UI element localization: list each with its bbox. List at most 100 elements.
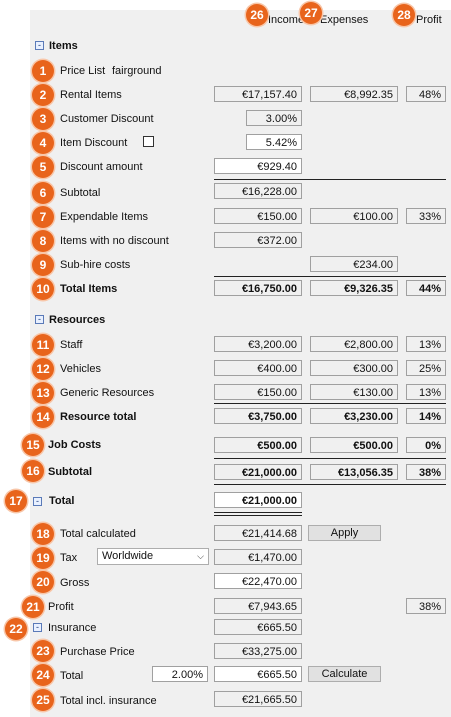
resources-section-title: Resources xyxy=(49,314,106,326)
purchase-price-label: Purchase Price xyxy=(60,646,135,658)
insurance-total-value[interactable]: €665.50 xyxy=(214,666,302,682)
total-items-expenses: €9,326.35 xyxy=(310,280,398,296)
job-costs-label: Job Costs xyxy=(48,439,102,451)
callout-badge-12: 12 xyxy=(32,358,54,380)
callout-badge-9: 9 xyxy=(32,254,54,276)
vehicles-income: €400.00 xyxy=(214,360,302,376)
callout-badge-6: 6 xyxy=(32,182,54,204)
callout-badge-25: 25 xyxy=(32,689,54,711)
callout-badge-13: 13 xyxy=(32,382,54,404)
resource-total-label: Resource total xyxy=(60,411,137,423)
tax-region-value: Worldwide xyxy=(102,550,154,562)
calculate-button[interactable]: Calculate xyxy=(308,666,381,682)
callout-badge-5: 5 xyxy=(32,156,54,178)
total-underline-1 xyxy=(214,512,302,513)
discount-amount-label: Discount amount xyxy=(60,161,143,173)
total-underline-2 xyxy=(214,515,302,516)
callout-badge-26: 26 xyxy=(246,4,268,26)
tax-region-select[interactable]: Worldwide ⌵ xyxy=(97,548,209,565)
tax-label: Tax xyxy=(60,552,78,564)
insurance-percent-input[interactable]: 2.00% xyxy=(152,666,208,682)
resource-total-profit: 14% xyxy=(406,408,446,424)
vehicles-label: Vehicles xyxy=(60,363,101,375)
rental-items-income: €17,157.40 xyxy=(214,86,302,102)
total-items-profit: 44% xyxy=(406,280,446,296)
callout-badge-8: 8 xyxy=(32,230,54,252)
callout-badge-22: 22 xyxy=(5,618,27,640)
insurance-collapse-toggle[interactable]: - xyxy=(33,623,42,632)
subtotal-profit: 38% xyxy=(406,464,446,480)
callout-badge-3: 3 xyxy=(32,108,54,130)
callout-badge-1: 1 xyxy=(32,60,54,82)
job-costs-income: €500.00 xyxy=(214,437,302,453)
expenses-column-header: Expenses xyxy=(320,14,369,26)
callout-badge-21: 21 xyxy=(22,596,44,618)
subtotal-divider-top xyxy=(214,458,446,459)
staff-label: Staff xyxy=(60,339,83,351)
item-discount-input[interactable]: 5.42% xyxy=(246,134,302,150)
staff-income: €3,200.00 xyxy=(214,336,302,352)
items-collapse-toggle[interactable]: - xyxy=(35,41,44,50)
vehicles-expenses: €300.00 xyxy=(310,360,398,376)
callout-badge-27: 27 xyxy=(300,2,322,24)
generic-resources-profit: 13% xyxy=(406,384,446,400)
generic-resources-income: €150.00 xyxy=(214,384,302,400)
profit-label: Profit xyxy=(48,601,74,613)
expendable-items-expenses: €100.00 xyxy=(310,208,398,224)
resource-total-income: €3,750.00 xyxy=(214,408,302,424)
total-value: €21,000.00 xyxy=(214,492,302,508)
rental-items-label: Rental Items xyxy=(60,89,122,101)
staff-profit: 13% xyxy=(406,336,446,352)
vehicles-profit: 25% xyxy=(406,360,446,376)
callout-badge-23: 23 xyxy=(32,640,54,662)
total-collapse-toggle[interactable]: - xyxy=(33,497,42,506)
price-list-label: Price List xyxy=(60,65,106,77)
callout-badge-4: 4 xyxy=(32,132,54,154)
callout-badge-24: 24 xyxy=(32,664,54,686)
price-list-value: fairground xyxy=(112,65,162,77)
items-subtotal-value: €16,228.00 xyxy=(214,183,302,199)
total-items-income: €16,750.00 xyxy=(214,280,302,296)
callout-badge-10: 10 xyxy=(32,278,54,300)
resources-collapse-toggle[interactable]: - xyxy=(35,315,44,324)
total-incl-insurance-value: €21,665.50 xyxy=(214,691,302,707)
insurance-value: €665.50 xyxy=(214,619,302,635)
callout-badge-2: 2 xyxy=(32,84,54,106)
gross-input[interactable]: €22,470.00 xyxy=(214,573,302,589)
resource-total-expenses: €3,230.00 xyxy=(310,408,398,424)
subtotal-income: €21,000.00 xyxy=(214,464,302,480)
insurance-label: Insurance xyxy=(48,622,97,634)
apply-button[interactable]: Apply xyxy=(308,525,381,541)
callout-badge-11: 11 xyxy=(32,334,54,356)
income-column-header: Income xyxy=(268,14,305,26)
subtotal-label: Subtotal xyxy=(48,466,92,478)
expendable-items-label: Expendable Items xyxy=(60,211,149,223)
subtotal-divider xyxy=(214,179,446,180)
discount-amount-input[interactable]: €929.40 xyxy=(214,158,302,174)
expendable-items-income: €150.00 xyxy=(214,208,302,224)
generic-resources-label: Generic Resources xyxy=(60,387,155,399)
total-calculated-label: Total calculated xyxy=(60,528,136,540)
total-section-title: Total xyxy=(49,495,75,507)
subhire-costs-expenses: €234.00 xyxy=(310,256,398,272)
no-discount-items-value: €372.00 xyxy=(214,232,302,248)
generic-resources-expenses: €130.00 xyxy=(310,384,398,400)
profit-value: €7,943.65 xyxy=(214,598,302,614)
customer-discount-value: 3.00% xyxy=(246,110,302,126)
subhire-costs-label: Sub-hire costs xyxy=(60,259,131,271)
total-calculated-value: €21,414.68 xyxy=(214,525,302,541)
rental-items-expenses: €8,992.35 xyxy=(310,86,398,102)
subtotal-divider-bottom xyxy=(214,484,446,485)
insurance-total-label: Total xyxy=(60,670,84,682)
item-discount-checkbox[interactable] xyxy=(143,136,154,147)
profit-percent: 38% xyxy=(406,598,446,614)
gross-label: Gross xyxy=(60,577,90,589)
job-costs-expenses: €500.00 xyxy=(310,437,398,453)
total-items-label: Total Items xyxy=(60,283,118,295)
callout-badge-14: 14 xyxy=(32,406,54,428)
item-discount-label: Item Discount xyxy=(60,137,128,149)
callout-badge-16: 16 xyxy=(22,460,44,482)
purchase-price-value: €33,275.00 xyxy=(214,643,302,659)
callout-badge-20: 20 xyxy=(32,571,54,593)
no-discount-items-label: Items with no discount xyxy=(60,235,169,247)
